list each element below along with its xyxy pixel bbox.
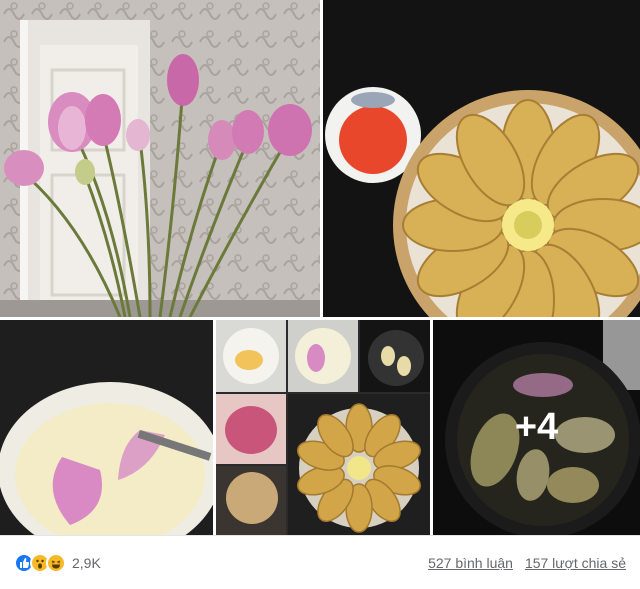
photo-lotus-buds[interactable] [0,0,320,317]
haha-icon [46,552,66,573]
more-photos-count: +4 [514,406,559,448]
shares-link[interactable]: 157 lượt chia sẻ [525,555,626,571]
fried-lotus-illustration [323,0,640,317]
lotus-buds-illustration [0,0,320,317]
reactions-summary[interactable]: 2,9K [14,552,101,573]
lotus-batter-illustration [0,320,213,535]
comments-link[interactable]: 527 bình luận [428,555,513,571]
more-photos-overlay[interactable]: +4 [433,320,640,535]
collage-illustration [216,320,430,535]
photo-cooking-collage[interactable] [216,320,430,535]
post-footer: 2,9K 527 bình luận 157 lượt chia sẻ [0,535,640,589]
photo-frying-pan[interactable]: +4 [433,320,640,535]
photo-lotus-batter[interactable] [0,320,213,535]
photo-fried-lotus-plate[interactable] [323,0,640,317]
reaction-count: 2,9K [72,554,101,571]
facebook-post: +4 2,9K 527 bình luận 157 lượt chia sẻ [0,0,640,589]
